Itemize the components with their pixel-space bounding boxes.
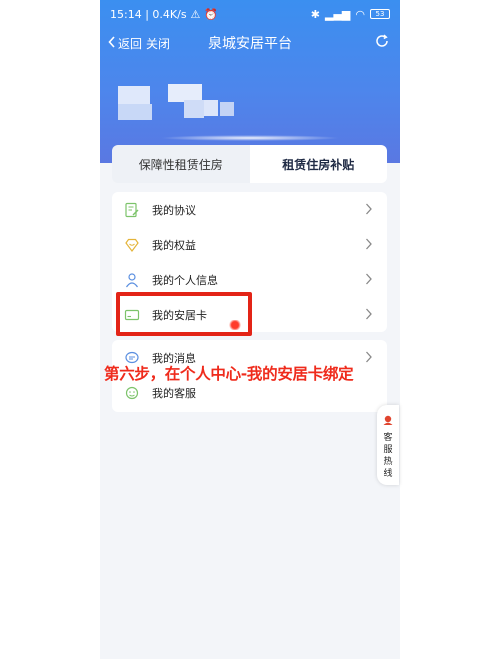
menu-item-label: 我的个人信息 [152, 273, 218, 287]
tab-rental-subsidy[interactable]: 租赁住房补贴 [249, 145, 387, 183]
status-time: 15:14 | 0.4K/s [110, 7, 187, 21]
battery-icon: 53 [370, 9, 390, 19]
customer-service-hotline-button[interactable]: 客服热线 [377, 405, 399, 485]
chevron-right-icon [365, 308, 373, 320]
benefits-icon [124, 237, 140, 253]
customer-service-icon [124, 385, 140, 401]
agreement-icon [124, 202, 140, 218]
status-bar: 15:14 | 0.4K/s ⚠ ⏰ ✱ ▂▄▆ ◠ 53 [100, 0, 400, 28]
tutorial-instruction: 第六步，在个人中心-我的安居卡绑定 [104, 365, 354, 383]
alarm-icon: ⏰ [204, 7, 219, 21]
wifi-icon: ◠ [355, 7, 365, 21]
headset-icon [382, 411, 394, 430]
tab-public-rental-housing[interactable]: 保障性租赁住房 [112, 145, 250, 183]
menu-item-my-benefits[interactable]: 我的权益 [112, 227, 387, 262]
chevron-right-icon [365, 203, 373, 215]
menu-item-label: 我的客服 [152, 386, 196, 400]
blurred-avatar [118, 86, 150, 104]
tutorial-pointer [228, 320, 242, 330]
menu-item-label: 我的协议 [152, 203, 196, 217]
blurred-avatar [118, 104, 152, 120]
blurred-username [184, 100, 204, 118]
signal-icon: ▂▄▆ [325, 7, 351, 21]
blurred-username [204, 100, 218, 116]
nav-bar: 返回 关闭 泉城安居平台 [100, 30, 400, 56]
chevron-right-icon [365, 238, 373, 250]
chevron-right-icon [365, 273, 373, 285]
page-title: 泉城安居平台 [208, 36, 292, 52]
menu-item-label: 我的权益 [152, 238, 196, 252]
person-icon [124, 272, 140, 288]
tab-bar: 保障性租赁住房 租赁住房补贴 [112, 145, 387, 183]
menu-item-my-agreement[interactable]: 我的协议 [112, 192, 387, 227]
refresh-icon[interactable] [374, 33, 390, 49]
blurred-username [220, 102, 234, 116]
page: 15:14 | 0.4K/s ⚠ ⏰ ✱ ▂▄▆ ◠ 53 返回 关闭 泉城安居… [0, 0, 500, 659]
header-shine [160, 135, 340, 141]
bluetooth-icon: ✱ [310, 7, 320, 21]
service-hotline-label: 客服热线 [383, 433, 393, 479]
mute-icon: ⚠ [190, 7, 201, 21]
